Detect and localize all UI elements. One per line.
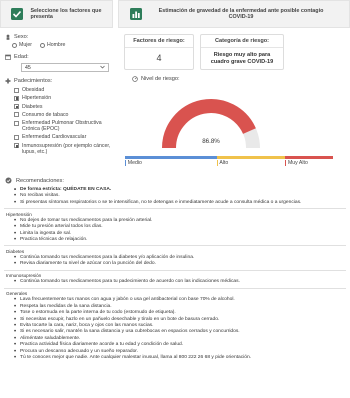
estimation-panel-header: Estimación de gravedad de la enfermedad … — [118, 0, 350, 28]
condition-label: Hipertensión — [22, 95, 52, 102]
chevron-down-icon — [100, 65, 105, 71]
list-item: Tú te conoces mejor que nadie. Ante cual… — [14, 355, 350, 362]
gender-icon — [5, 34, 11, 40]
scale-segment-alto — [216, 156, 286, 159]
condition-label: Obesidad — [22, 87, 45, 93]
gauge-percent-text: 86.8% — [202, 138, 220, 145]
condition-cardiovascular[interactable]: Enfermedad Cardiovascular — [14, 134, 113, 140]
hipertension-list: No dejes de tomar tus medicamentos para … — [14, 218, 350, 244]
group-title-inmunosupresion: Inmunosupresión — [6, 273, 42, 279]
radio-mujer-dot[interactable] — [12, 42, 17, 48]
factors-panel: Seleccione los factores que presenta Sex… — [0, 0, 113, 175]
condition-hipertension[interactable]: Hipertensión — [14, 95, 113, 101]
checkbox-tabaco[interactable] — [14, 112, 19, 118]
recommendations-title: Recomendaciones: — [16, 177, 64, 184]
padecimientos-section: Padecimientos: — [0, 78, 113, 84]
categoria-label: Categoría de riesgo: — [201, 35, 283, 48]
chart-icon — [127, 5, 145, 23]
divider — [4, 208, 346, 209]
condition-label: Enfermedad Pulmonar Obstructiva Crónica … — [22, 120, 102, 133]
recommendations: Recomendaciones: De forma estricta: QUÉD… — [0, 177, 350, 362]
sexo-section: Sexo: — [0, 34, 113, 40]
scale-muy-alto-text: Muy Alto — [287, 160, 308, 166]
inmunosupresion-list: Continúa tomando tus medicamentos para t… — [14, 279, 350, 286]
factors-panel-header: Seleccione los factores que presenta — [0, 0, 113, 28]
group-title-diabetes: Diabetes — [6, 249, 25, 255]
condition-diabetes[interactable]: Diabetes — [14, 104, 113, 110]
radio-hombre-label: Hombre — [46, 42, 66, 48]
divider — [4, 245, 346, 247]
list-item: Practica técnicas de relajación. — [14, 237, 350, 244]
radio-mujer-label: Mujer — [19, 42, 32, 48]
checkbox-hipertension[interactable] — [14, 95, 19, 101]
radio-hombre[interactable]: Hombre — [39, 42, 66, 48]
sexo-radio-group: Mujer Hombre — [12, 42, 113, 48]
risk-scale-bar — [125, 156, 333, 159]
condition-tabaco[interactable]: Consumo de tabaco — [14, 112, 113, 118]
divider — [4, 287, 346, 289]
diabetes-list: Continúa tomando tus medicamentos para l… — [14, 255, 350, 268]
medical-cross-icon — [5, 78, 11, 84]
general-top-list: De forma estricta: QUÉDATE EN CASA. No r… — [14, 187, 350, 207]
estimation-panel: Estimación de gravedad de la enfermedad … — [118, 0, 350, 175]
summary-boxes: Factores de riesgo: 4 Categoría de riesg… — [124, 34, 350, 71]
checkbox-cardiovascular[interactable] — [14, 134, 19, 140]
factors-panel-title: Seleccione los factores que presenta — [30, 7, 102, 21]
edad-section: Edad: — [0, 54, 113, 60]
edad-select[interactable]: 45 — [21, 63, 109, 72]
estimation-panel-title: Estimación de gravedad de la enfermedad … — [158, 7, 324, 21]
factores-value: 4 — [156, 53, 162, 63]
factores-label: Factores de riesgo: — [125, 35, 193, 48]
padecimientos-list: Obesidad Hipertensión Diabetes Consumo d… — [14, 87, 113, 155]
checkmark-icon — [5, 177, 12, 184]
tick-icon — [285, 160, 286, 166]
tick-icon — [125, 160, 126, 166]
risk-gauge: 86.8% — [162, 99, 260, 149]
checkbox-diabetes[interactable] — [14, 104, 19, 110]
condition-label: Inmunosupresión (por ejemplo cáncer, lup… — [22, 142, 111, 155]
group-title-hipertension: Hipertensión — [6, 211, 32, 217]
radio-mujer[interactable]: Mujer — [12, 42, 32, 48]
categoria-value: Riesgo muy alto para cuadro grave COVID-… — [210, 52, 274, 65]
scale-alto-text: Alto — [219, 160, 229, 166]
factores-box: Factores de riesgo: 4 — [124, 34, 194, 71]
checkbox-obesidad[interactable] — [14, 87, 19, 93]
edad-select-value: 45 — [25, 64, 31, 71]
calendar-icon — [5, 54, 11, 60]
edad-label: Edad: — [14, 54, 29, 60]
list-item: Si presentas síntomas respiratorios o se… — [14, 200, 350, 207]
risk-scale-labels: Medio Alto Muy Alto — [125, 160, 333, 166]
checklist-icon — [9, 5, 24, 23]
list-item: Revisa diariamente tu nivel de azúcar co… — [14, 261, 350, 268]
risk-scale: Medio Alto Muy Alto — [125, 156, 333, 166]
group-title-generales: Generales — [6, 291, 28, 297]
recommendations-header: Recomendaciones: — [5, 177, 350, 184]
condition-epoc[interactable]: Enfermedad Pulmonar Obstructiva Crónica … — [14, 120, 113, 132]
radio-hombre-dot[interactable] — [39, 42, 45, 48]
checkbox-epoc[interactable] — [14, 120, 19, 126]
condition-label: Enfermedad Cardiovascular — [22, 134, 87, 141]
scale-label-medio: Medio — [125, 160, 217, 166]
condition-label: Diabetes — [22, 103, 43, 110]
scale-label-muy-alto: Muy Alto — [285, 160, 333, 166]
scale-segment-medio — [125, 156, 217, 159]
scale-segment-muy-alto — [285, 156, 333, 159]
scale-medio-text: Medio — [127, 160, 142, 166]
condition-label: Consumo de tabaco — [22, 111, 69, 118]
padecimientos-label: Padecimientos: — [14, 78, 53, 84]
condition-inmunosupresion[interactable]: Inmunosupresión (por ejemplo cáncer, lup… — [14, 143, 113, 155]
list-item: Continúa tomando tus medicamentos para t… — [14, 279, 350, 286]
condition-obesidad[interactable]: Obesidad — [14, 87, 113, 93]
divider — [4, 269, 346, 271]
scale-label-alto: Alto — [216, 160, 286, 166]
categoria-box: Categoría de riesgo: Riesgo muy alto par… — [200, 34, 284, 71]
checkbox-inmunosupresion[interactable] — [14, 143, 19, 149]
sexo-label: Sexo: — [14, 34, 29, 40]
generales-list: Lava frecuentemente tus manos con agua y… — [14, 297, 350, 362]
tick-icon — [216, 160, 218, 166]
